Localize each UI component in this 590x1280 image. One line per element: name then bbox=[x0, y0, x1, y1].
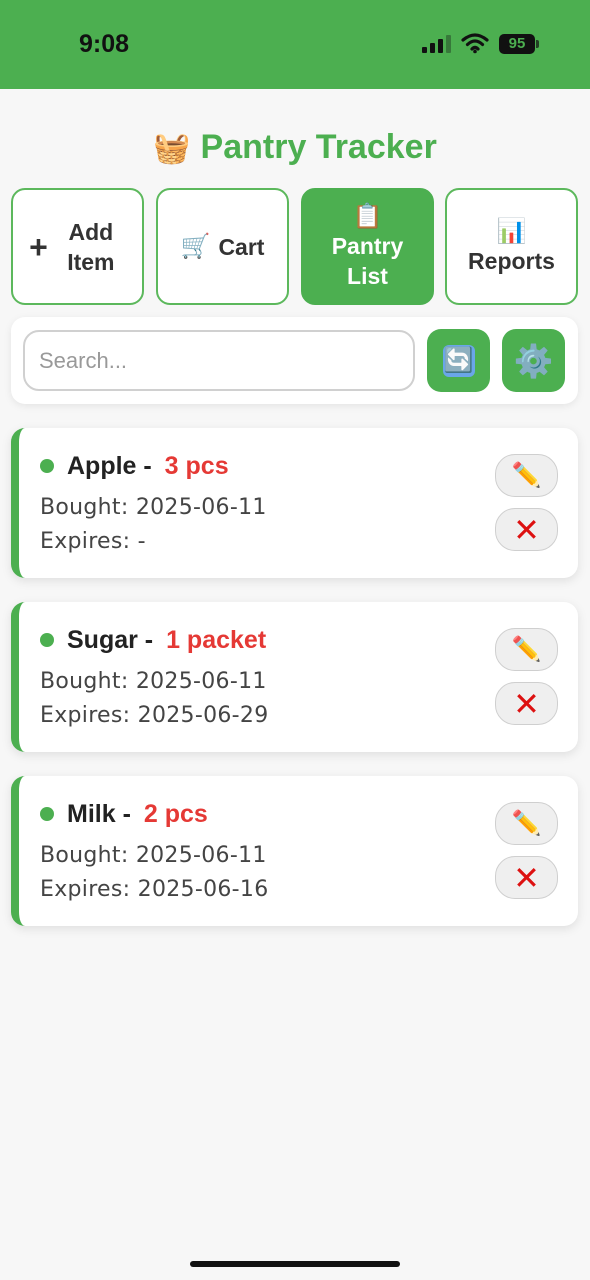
delete-button[interactable]: ✕ bbox=[495, 682, 558, 725]
pencil-icon: ✏️ bbox=[511, 635, 542, 663]
home-indicator[interactable] bbox=[190, 1261, 400, 1267]
pencil-icon: ✏️ bbox=[511, 461, 542, 489]
item-bought-date: Bought: 2025-06-11 bbox=[40, 495, 267, 520]
tab-add-item-label: Add Item bbox=[67, 218, 115, 275]
battery-icon: 95 bbox=[499, 34, 539, 54]
edit-button[interactable]: ✏️ bbox=[495, 454, 558, 497]
item-bought-date: Bought: 2025-06-11 bbox=[40, 843, 267, 868]
status-dot bbox=[40, 807, 54, 821]
refresh-button[interactable]: 🔄 bbox=[427, 329, 490, 392]
item-separator: - bbox=[136, 452, 159, 480]
plus-icon: + bbox=[29, 228, 48, 265]
close-icon: ✕ bbox=[513, 685, 540, 722]
cellular-signal-icon bbox=[422, 35, 452, 53]
refresh-icon: 🔄 bbox=[442, 344, 475, 377]
close-icon: ✕ bbox=[513, 859, 540, 896]
status-time: 9:08 bbox=[79, 30, 130, 58]
settings-button[interactable]: ⚙️ bbox=[502, 329, 565, 392]
item-name: Milk bbox=[67, 800, 116, 828]
item-quantity: 2 pcs bbox=[143, 800, 208, 828]
battery-level: 95 bbox=[499, 34, 535, 54]
item-expiry-date: Expires: 2025-06-16 bbox=[40, 877, 269, 902]
item-title: Milk - 2 pcs bbox=[67, 800, 208, 829]
pantry-item-card: Sugar - 1 packet Bought: 2025-06-11 Expi… bbox=[11, 602, 578, 752]
search-input[interactable]: Search... bbox=[23, 330, 415, 391]
edit-button[interactable]: ✏️ bbox=[495, 802, 558, 845]
pencil-icon: ✏️ bbox=[511, 809, 542, 837]
delete-button[interactable]: ✕ bbox=[495, 856, 558, 899]
tab-add-item[interactable]: + Add Item bbox=[11, 188, 144, 305]
delete-button[interactable]: ✕ bbox=[495, 508, 558, 551]
pantry-item-card: Milk - 2 pcs Bought: 2025-06-11 Expires:… bbox=[11, 776, 578, 926]
close-icon: ✕ bbox=[513, 511, 540, 548]
tab-reports[interactable]: 📊 Reports bbox=[445, 188, 578, 305]
basket-icon: 🧺 bbox=[153, 132, 191, 165]
item-title: Apple - 3 pcs bbox=[67, 452, 229, 481]
search-panel: Search... 🔄 ⚙️ bbox=[11, 317, 578, 404]
tab-pantry-list[interactable]: 📋 Pantry List bbox=[301, 188, 434, 305]
cart-icon: 🛒 bbox=[180, 232, 211, 260]
clipboard-icon: 📋 bbox=[352, 202, 383, 230]
status-bar: 9:08 95 bbox=[0, 0, 590, 89]
app-title-text: Pantry Tracker bbox=[200, 128, 437, 166]
page-title: 🧺 Pantry Tracker bbox=[0, 128, 590, 167]
item-name: Apple bbox=[67, 452, 137, 480]
item-separator: - bbox=[115, 800, 138, 828]
item-quantity: 3 pcs bbox=[164, 452, 229, 480]
tab-cart-label: Cart bbox=[218, 233, 265, 260]
tab-reports-label: Reports bbox=[468, 247, 555, 274]
item-name: Sugar bbox=[67, 626, 138, 654]
bar-chart-icon: 📊 bbox=[496, 217, 527, 245]
item-bought-date: Bought: 2025-06-11 bbox=[40, 669, 267, 694]
gear-icon: ⚙️ bbox=[513, 342, 554, 379]
item-quantity: 1 packet bbox=[166, 626, 267, 654]
wifi-icon bbox=[461, 32, 489, 54]
item-expiry-date: Expires: - bbox=[40, 529, 146, 554]
pantry-item-card: Apple - 3 pcs Bought: 2025-06-11 Expires… bbox=[11, 428, 578, 578]
status-dot bbox=[40, 633, 54, 647]
status-dot bbox=[40, 459, 54, 473]
edit-button[interactable]: ✏️ bbox=[495, 628, 558, 671]
item-separator: - bbox=[137, 626, 161, 654]
item-expiry-date: Expires: 2025-06-29 bbox=[40, 703, 269, 728]
item-title: Sugar - 1 packet bbox=[67, 626, 266, 655]
tab-cart[interactable]: 🛒 Cart bbox=[156, 188, 289, 305]
tab-pantry-list-label: Pantry List bbox=[331, 232, 404, 289]
